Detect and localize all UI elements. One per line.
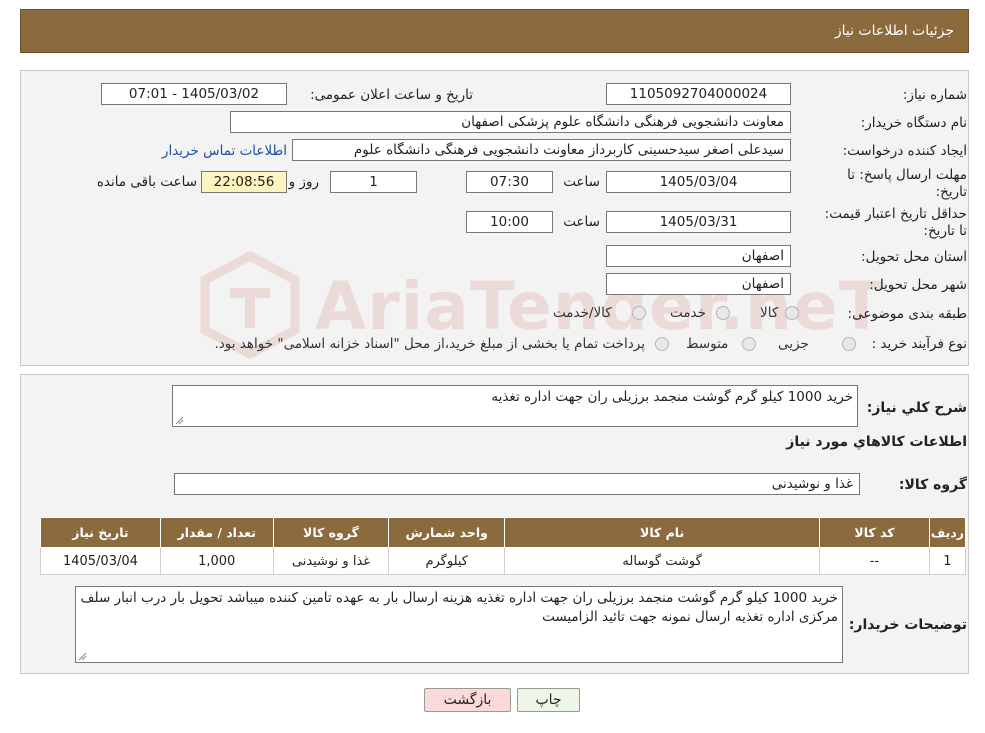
buyer-contact-link[interactable]: اطلاعات تماس خریدار [162, 143, 287, 159]
treasury-note: پرداخت تمام یا بخشی از مبلغ خرید،از محل … [214, 336, 645, 352]
resize-grip-icon [175, 416, 184, 425]
cell-name: گوشت گوساله [504, 547, 821, 575]
col-row: ردیف [928, 517, 967, 548]
deadline-time-field[interactable]: 07:30 [466, 171, 553, 193]
announce-label: تاریخ و ساعت اعلان عمومی: [310, 87, 473, 103]
requester-label: ایجاد کننده درخواست: [842, 143, 967, 159]
validity-label: حداقل تاریخ اعتبار قیمت: تا تاریخ: [824, 206, 967, 239]
buyer-org-field[interactable]: معاونت دانشجویی فرهنگی دانشگاه علوم پزشک… [230, 111, 791, 133]
cell-row: 1 [928, 547, 967, 575]
summary-label: شرح کلي نياز: [866, 400, 967, 416]
summary-text: خرید 1000 کیلو گرم گوشت منجمد برزیلی ران… [491, 389, 853, 405]
col-quantity: تعداد / مقدار [159, 517, 274, 548]
deadline-time-label: ساعت [563, 174, 600, 190]
page-header: جزئیات اطلاعات نیاز [20, 9, 969, 53]
col-group: گروه کالا [272, 517, 390, 548]
buyer-notes-textarea[interactable]: خرید 1000 کیلو گرم گوشت منجمد برزیلی ران… [75, 586, 843, 663]
category-goods-radio[interactable] [785, 306, 799, 320]
province-field[interactable]: اصفهان [606, 245, 791, 267]
days-field[interactable]: 1 [330, 171, 417, 193]
city-field[interactable]: اصفهان [606, 273, 791, 295]
process-label: نوع فرآیند خرید : [871, 336, 967, 352]
announce-field[interactable]: 1405/03/02 - 07:01 [101, 83, 287, 105]
process-medium-label: متوسط [686, 336, 729, 352]
back-button[interactable]: بازگشت [424, 688, 511, 712]
items-title: اطلاعات كالاهاي مورد نياز [786, 434, 967, 450]
category-service-label: خدمت [670, 305, 706, 321]
requester-field[interactable]: سیدعلی اصغر سیدحسینی کاربرداز معاونت دان… [292, 139, 791, 161]
items-table: ردیف کد کالا نام کالا واحد شمارش گروه کا… [40, 517, 967, 575]
col-code: کد کالا [819, 517, 930, 548]
cell-code: -- [819, 547, 930, 575]
process-minor-label: جزیی [778, 336, 809, 352]
category-goods-service-radio[interactable] [632, 306, 646, 320]
col-unit: واحد شمارش [388, 517, 506, 548]
cell-group: غذا و نوشیدنی [272, 547, 390, 575]
remaining-label: ساعت باقی مانده [96, 174, 197, 190]
col-name: نام کالا [504, 517, 821, 548]
page-title: جزئیات اطلاعات نیاز [834, 23, 954, 39]
deadline-label: مهلت ارسال پاسخ: تا تاریخ: [847, 167, 967, 200]
province-label: استان محل تحویل: [861, 249, 967, 265]
cell-date: 1405/03/04 [40, 547, 161, 575]
days-label: روز و [288, 174, 319, 190]
need-number-label: شماره نیاز: [902, 87, 967, 103]
summary-textarea[interactable]: خرید 1000 کیلو گرم گوشت منجمد برزیلی ران… [172, 385, 858, 427]
need-number-field[interactable]: 1105092704000024 [606, 83, 791, 105]
remaining-time-field: 22:08:56 [201, 171, 287, 193]
category-goods-service-label: کالا/خدمت [553, 305, 612, 321]
process-medium-radio[interactable] [742, 337, 756, 351]
buyer-notes-label: توضیحات خریدار: [848, 617, 967, 633]
process-minor-radio[interactable] [842, 337, 856, 351]
category-label: طبقه بندی موضوعی: [847, 306, 967, 322]
resize-grip-icon [78, 652, 87, 661]
validity-date-field[interactable]: 1405/03/31 [606, 211, 791, 233]
print-button[interactable]: چاپ [517, 688, 580, 712]
validity-time-label: ساعت [563, 214, 600, 230]
table-row: 1 -- گوشت گوساله کیلوگرم غذا و نوشیدنی 1… [40, 547, 967, 575]
deadline-date-field[interactable]: 1405/03/04 [606, 171, 791, 193]
goods-group-field[interactable]: غذا و نوشیدنی [174, 473, 860, 495]
category-goods-label: کالا [760, 305, 779, 321]
treasury-checkbox[interactable] [655, 337, 669, 351]
cell-quantity: 1,000 [159, 547, 274, 575]
table-header-row: ردیف کد کالا نام کالا واحد شمارش گروه کا… [40, 517, 967, 548]
buyer-org-label: نام دستگاه خریدار: [860, 115, 967, 131]
category-service-radio[interactable] [716, 306, 730, 320]
city-label: شهر محل تحویل: [869, 277, 967, 293]
validity-time-field[interactable]: 10:00 [466, 211, 553, 233]
buyer-notes-text: خرید 1000 کیلو گرم گوشت منجمد برزیلی ران… [80, 590, 839, 625]
cell-unit: کیلوگرم [388, 547, 506, 575]
col-date: تاریخ نیاز [40, 517, 161, 548]
goods-group-label: گروه کالا: [898, 477, 967, 493]
